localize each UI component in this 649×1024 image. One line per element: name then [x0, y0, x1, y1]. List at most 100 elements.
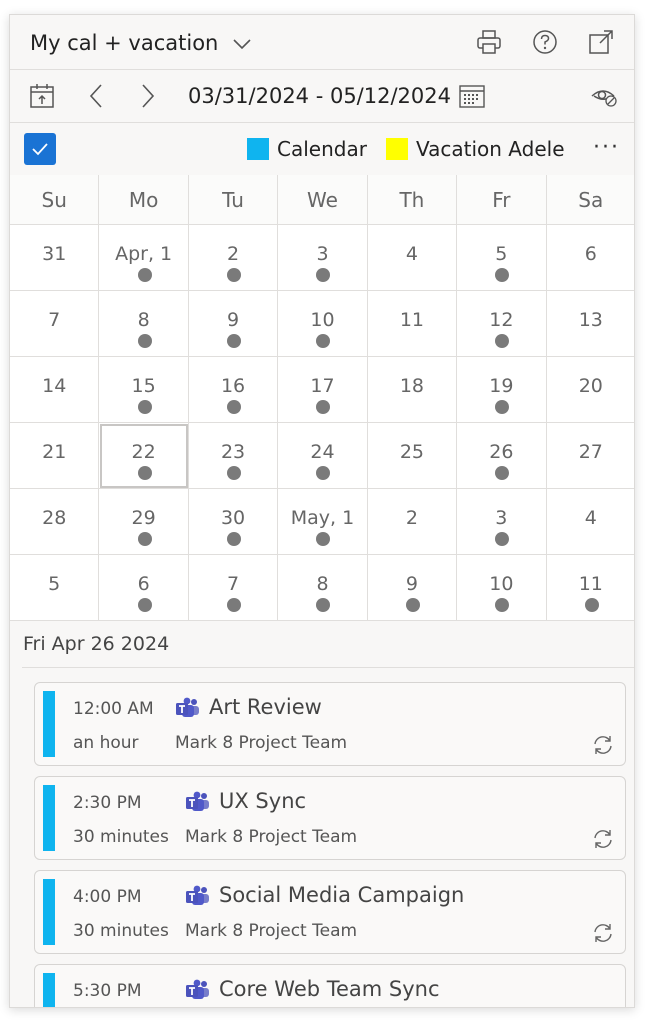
day-cell[interactable]: 14	[10, 357, 100, 423]
day-cell[interactable]: 28	[10, 489, 100, 555]
day-cell[interactable]: 9	[367, 555, 458, 621]
event-indicator-dot	[137, 334, 152, 348]
go-to-today-icon[interactable]	[26, 80, 58, 112]
event-indicator-dot	[316, 598, 331, 612]
day-cell[interactable]: 8	[99, 291, 189, 357]
day-cell[interactable]: 2	[367, 489, 458, 555]
day-number: 7	[48, 309, 61, 331]
day-cell[interactable]: 2	[188, 225, 279, 291]
legend-item-vacation[interactable]: Vacation Adele	[386, 137, 565, 161]
day-cell[interactable]: 22	[99, 423, 189, 489]
event-card[interactable]: 12:00 AM Art Review an hour Mark 8 Project …	[34, 682, 626, 766]
day-cell[interactable]: 5	[457, 225, 547, 291]
event-time: 2:30 PM	[73, 793, 142, 813]
event-time: 12:00 AM	[73, 699, 154, 719]
day-cell[interactable]: 26	[457, 423, 547, 489]
day-cell[interactable]: 11	[367, 291, 458, 357]
help-icon[interactable]	[530, 27, 560, 57]
event-organizer: Mark 8 Project Team	[175, 733, 348, 753]
event-card[interactable]: 2:30 PM UX Sync 30 minutes Mark 8 Project T…	[34, 776, 626, 860]
day-number: 27	[578, 441, 603, 463]
day-number: 9	[227, 309, 240, 331]
calendar-selector[interactable]: My cal + vacation	[30, 31, 252, 55]
day-cell[interactable]: 7	[10, 291, 100, 357]
day-number: 9	[405, 573, 418, 595]
weekday-header: Su Mo Tu We Th Fr Sa	[10, 175, 634, 225]
day-cell[interactable]: 17	[278, 357, 368, 423]
day-cell[interactable]: 19	[457, 357, 547, 423]
day-cell[interactable]: 24	[278, 423, 368, 489]
day-cell[interactable]: 27	[546, 423, 634, 489]
weekday-label: Mo	[99, 175, 189, 225]
legend-bar: Calendar Vacation Adele ···	[10, 123, 634, 176]
chevron-right-icon[interactable]	[132, 80, 164, 112]
chevron-left-icon[interactable]	[80, 80, 112, 112]
day-cell[interactable]: 8	[278, 555, 368, 621]
day-number: 29	[131, 507, 156, 529]
legend-item-calendar[interactable]: Calendar	[247, 137, 367, 161]
day-cell[interactable]: 29	[99, 489, 189, 555]
print-icon[interactable]	[474, 27, 504, 57]
date-range-label: 03/31/2024 - 05/12/2024	[188, 84, 452, 108]
event-organizer: Mark 8 Project Team	[185, 827, 358, 847]
day-cell[interactable]: 4	[367, 225, 458, 291]
day-cell[interactable]: 21	[10, 423, 100, 489]
more-options-icon[interactable]: ···	[593, 135, 620, 160]
event-indicator-dot	[495, 532, 510, 546]
day-number: 11	[578, 573, 603, 595]
event-card[interactable]: 5:30 PM Core Web Team Sync	[34, 964, 626, 1007]
pop-out-icon[interactable]	[586, 27, 616, 57]
event-indicator-dot	[316, 400, 331, 414]
day-number: 24	[310, 441, 335, 463]
day-cell[interactable]: 9	[188, 291, 279, 357]
day-cell[interactable]: 31	[10, 225, 100, 291]
day-cell[interactable]: 18	[367, 357, 458, 423]
day-cell[interactable]: 20	[546, 357, 634, 423]
day-number: 16	[220, 375, 246, 397]
day-cell[interactable]: May, 1	[278, 489, 368, 555]
hide-icon[interactable]	[588, 80, 620, 112]
day-cell[interactable]: 23	[188, 423, 279, 489]
day-cell[interactable]: 16	[188, 357, 279, 423]
day-number: 8	[316, 573, 329, 595]
calendar-color-bar	[43, 785, 55, 851]
event-indicator-dot	[227, 334, 242, 348]
day-cell[interactable]: 11	[546, 555, 634, 621]
event-title: UX Sync	[219, 789, 307, 813]
recurring-icon	[591, 827, 615, 851]
weekday-label: Tu	[188, 175, 279, 225]
day-cell[interactable]: Apr, 1	[99, 225, 189, 291]
event-indicator-dot	[137, 466, 152, 480]
day-cell[interactable]: 4	[546, 489, 634, 555]
day-cell[interactable]: 10	[278, 291, 368, 357]
day-number: 6	[137, 573, 150, 595]
date-picker-icon[interactable]	[456, 80, 488, 112]
day-cell[interactable]: 7	[188, 555, 279, 621]
day-cell[interactable]: 30	[188, 489, 279, 555]
day-cell[interactable]: 10	[457, 555, 547, 621]
event-card[interactable]: 4:00 PM Social Media Campaign 30 minutes Ma…	[34, 870, 626, 954]
day-cell[interactable]: 6	[546, 225, 634, 291]
day-cell[interactable]: 25	[367, 423, 458, 489]
day-number: 2	[227, 243, 240, 265]
select-all-checkbox[interactable]	[24, 133, 56, 165]
event-indicator-dot	[316, 334, 331, 348]
day-cell[interactable]: 5	[10, 555, 100, 621]
teams-icon	[185, 885, 211, 909]
day-cell[interactable]: 3	[457, 489, 547, 555]
weekday-label: Th	[367, 175, 458, 225]
event-indicator-dot	[584, 598, 599, 612]
month-grid: Su Mo Tu We Th Fr Sa 31 Apr, 1 2 3 4 5 6 7 8 9 10 11 12 13 1…	[10, 175, 634, 621]
day-cell[interactable]: 3	[278, 225, 368, 291]
day-cell[interactable]: 15	[99, 357, 189, 423]
day-number: 23	[220, 441, 246, 463]
day-number: 5	[495, 243, 508, 265]
day-cell[interactable]: 12	[457, 291, 547, 357]
teams-icon	[175, 697, 201, 721]
day-cell[interactable]: 6	[99, 555, 189, 621]
calendar-days: 31 Apr, 1 2 3 4 5 6 7 8 9 10 11 12 13 14 15 16 17 18 19 20 21…	[10, 225, 634, 621]
day-number: 10	[489, 573, 514, 595]
event-title: Art Review	[209, 695, 322, 719]
day-cell[interactable]: 13	[546, 291, 634, 357]
event-time: 5:30 PM	[73, 981, 142, 1001]
